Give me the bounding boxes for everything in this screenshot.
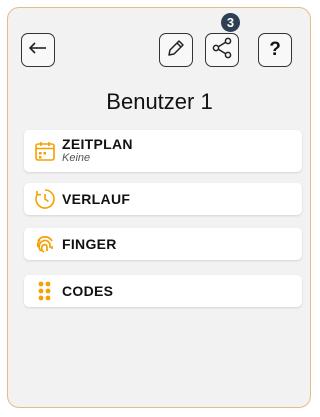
keypad-icon xyxy=(34,280,56,302)
history-label: VERLAUF xyxy=(62,191,131,207)
codes-label: CODES xyxy=(62,283,114,299)
share-icon xyxy=(211,37,233,64)
share-button[interactable] xyxy=(205,33,239,67)
menu-item-history[interactable]: VERLAUF xyxy=(24,183,302,215)
help-button[interactable]: ? xyxy=(258,33,292,67)
edit-button[interactable] xyxy=(159,33,193,67)
schedule-value: Keine xyxy=(62,152,91,164)
clock-icon xyxy=(34,188,56,210)
menu-item-finger[interactable]: FINGER xyxy=(24,228,302,260)
arrow-left-icon xyxy=(28,41,47,59)
share-count-badge: 3 xyxy=(221,13,240,32)
schedule-label: ZEITPLAN xyxy=(62,136,133,152)
menu-item-codes[interactable]: CODES xyxy=(24,275,302,307)
page-title: Benutzer 1 xyxy=(106,89,213,114)
back-button[interactable] xyxy=(21,33,55,67)
pencil-icon xyxy=(166,38,186,63)
calendar-icon xyxy=(34,140,56,162)
finger-label: FINGER xyxy=(62,236,117,252)
fingerprint-icon xyxy=(34,233,56,255)
menu-item-schedule[interactable]: ZEITPLAN Keine xyxy=(24,130,302,172)
